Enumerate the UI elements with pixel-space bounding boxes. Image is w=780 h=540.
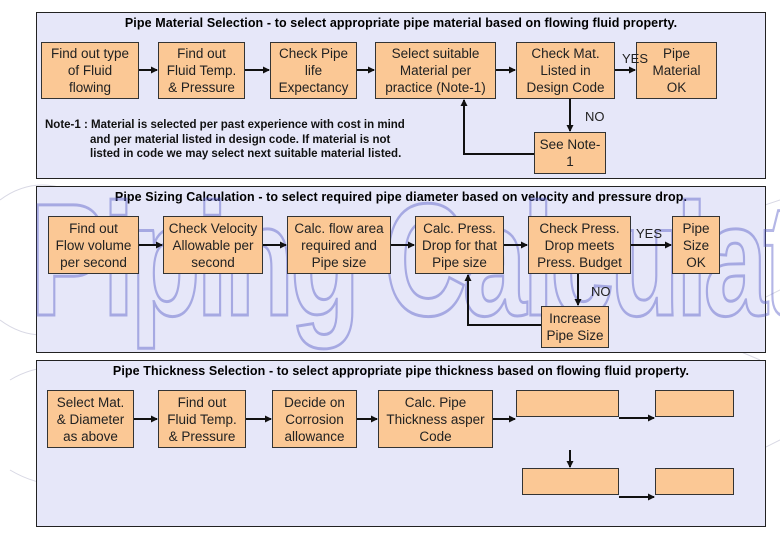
flow-box-calc-press-drop: Calc. Press. Drop for that Pipe size	[415, 216, 504, 274]
flow-box-find-fluid-type: Find out type of Fluid flowing	[41, 42, 139, 99]
panel-title: Pipe Material Selection - to select appr…	[124, 16, 678, 30]
flow-box-check-press-budget: Check Press. Drop meets Press. Budget	[528, 216, 631, 274]
flow-box-find-temp-pressure: Find out Fluid Temp. & Pressure	[158, 390, 246, 448]
flow-box-select-material: Select suitable Material per practice (N…	[375, 42, 496, 99]
no-label: NO	[591, 284, 611, 299]
flow-box-check-life: Check Pipe life Expectancy	[270, 42, 357, 99]
flow-box-check-listed: Check Mat. Listed in Design Code	[516, 42, 615, 99]
yes-label: YES	[622, 51, 649, 66]
yes-label: YES	[636, 226, 663, 241]
flow-box-flow-volume: Find out Flow volume per second	[48, 216, 139, 274]
flow-box-material-ok: Pipe Material OK	[636, 42, 717, 99]
flow-box-increase-size: Increase Pipe Size	[541, 306, 609, 348]
flow-box-find-temp-pressure: Find out Fluid Temp. & Pressure	[158, 42, 245, 99]
flow-box-see-note: See Note- 1	[534, 132, 606, 174]
note-line: listed in code we may select next suitab…	[90, 148, 402, 160]
flow-box-calc-flow-area: Calc. flow area required and Pipe size	[287, 216, 391, 274]
flow-box-empty	[655, 468, 734, 495]
note-line: and per material listed in design code. …	[90, 133, 391, 146]
flow-box-empty	[516, 390, 619, 417]
note-label: Note-1 :	[45, 119, 88, 131]
panel-sizing-calculation: Pipe Sizing Calculation - to select requ…	[36, 186, 766, 353]
note-1: Note-1 : Material is selected per past e…	[45, 118, 405, 162]
flow-box-empty	[655, 390, 734, 417]
flow-box-select-mat-diameter: Select Mat. & Diameter as above	[47, 390, 134, 448]
no-label: NO	[585, 109, 605, 124]
flow-box-check-velocity: Check Velocity Allowable per second	[163, 216, 263, 274]
flow-box-corrosion-allowance: Decide on Corrosion allowance	[272, 390, 357, 448]
panel-title: Pipe Thickness Selection - to select app…	[112, 364, 690, 378]
flow-box-empty	[522, 468, 619, 495]
panel-title: Pipe Sizing Calculation - to select requ…	[114, 190, 688, 204]
note-line: Material is selected per past experience…	[91, 119, 405, 131]
flow-box-calc-thickness: Calc. Pipe Thickness asper Code	[378, 390, 493, 448]
flow-box-size-ok: Pipe Size OK	[672, 216, 720, 274]
